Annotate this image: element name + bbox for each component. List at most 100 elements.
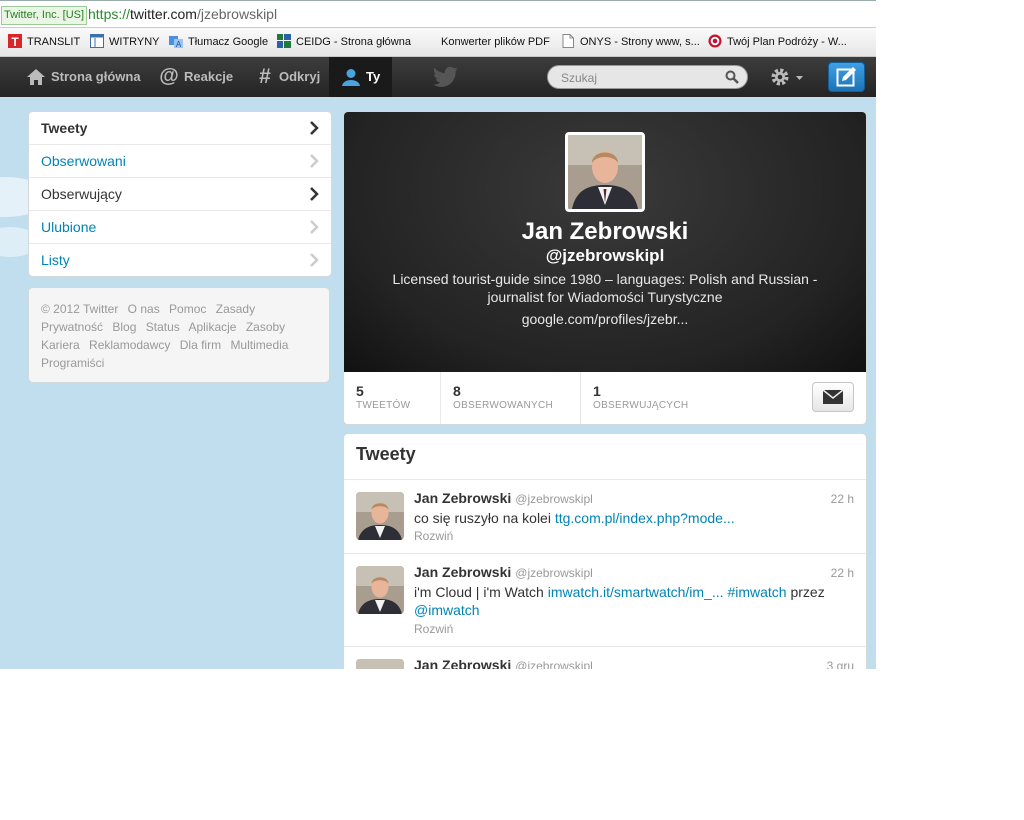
envelope-icon (822, 389, 844, 404)
svg-text:A: A (176, 40, 182, 48)
tweet-link[interactable]: imwatch.it/smartwatch/im_... (548, 584, 724, 600)
page-background: Tweety Obserwowani Obserwujący Ulubione … (0, 97, 876, 669)
bookmark-translit[interactable]: T TRANSLIT (8, 34, 80, 50)
tweet-timestamp[interactable]: 22 h (831, 566, 854, 580)
profile-menu: Tweety Obserwowani Obserwujący Ulubione … (28, 111, 332, 277)
tweet-avatar[interactable] (356, 659, 404, 669)
tweet-text: i'm Cloud | i'm Watch imwatch.it/smartwa… (414, 584, 825, 618)
footer-link[interactable]: Zasady (216, 302, 255, 316)
window-icon (90, 34, 104, 48)
tweet-timestamp[interactable]: 22 h (831, 492, 854, 506)
menu-item-followers[interactable]: Obserwujący (29, 177, 331, 210)
stat-following[interactable]: 8 OBSERWOWANYCH (441, 372, 581, 424)
svg-text:T: T (11, 35, 19, 48)
footer-link[interactable]: Programiści (41, 356, 104, 370)
translit-icon: T (8, 34, 22, 49)
compose-tweet-button[interactable] (828, 62, 865, 92)
profile-header: Jan Zebrowski @jzebrowskipl Licensed tou… (344, 112, 866, 372)
footer-link[interactable]: Kariera (41, 338, 80, 352)
nav-me[interactable]: Ty (329, 57, 392, 97)
tweet-item[interactable]: Jan Zebrowski @jzebrowskipl 3 gru (344, 646, 866, 669)
tweet-mention[interactable]: @imwatch (414, 602, 480, 618)
svg-text:@: @ (159, 66, 179, 86)
bookmark-onys[interactable]: ONYS - Strony www, s... (561, 34, 700, 50)
tweet-text: co się ruszyło na kolei ttg.com.pl/index… (414, 510, 735, 526)
stat-followers[interactable]: 1 OBSERWUJĄCYCH (581, 372, 721, 424)
tweets-heading: Tweety (356, 444, 416, 464)
footer-links: © 2012 Twitter O nas Pomoc Zasady Prywat… (28, 287, 330, 383)
footer-link[interactable]: Pomoc (169, 302, 206, 316)
nav-mentions[interactable]: @ Reakcje (159, 57, 235, 97)
search-box[interactable] (547, 65, 748, 89)
bookmark-witryny[interactable]: WITRYNY (90, 34, 160, 50)
profile-stats: 5 TWEETÓW 8 OBSERWOWANYCH 1 OBSERWUJĄCYC… (344, 372, 866, 424)
certificate-badge[interactable]: Twitter, Inc. [US] (1, 6, 88, 25)
at-icon: @ (159, 65, 179, 87)
tweet-link[interactable]: ttg.com.pl/index.php?mode... (555, 510, 735, 526)
home-icon (27, 69, 45, 85)
profile-website-link[interactable]: google.com/profiles/jzebr... (344, 311, 866, 327)
footer-link[interactable]: Status (146, 320, 180, 334)
chevron-right-icon (310, 121, 319, 135)
bookmarks-bar: T TRANSLIT WITRYNY A Tłumacz Google CEIDG … (0, 28, 876, 57)
menu-item-lists[interactable]: Listy (29, 243, 331, 276)
bookmark-tlumacz-google[interactable]: A Tłumacz Google (169, 34, 268, 50)
profile-avatar[interactable] (565, 132, 645, 212)
tweet-timestamp[interactable]: 3 gru (827, 659, 854, 669)
search-icon[interactable] (725, 70, 739, 89)
address-bar[interactable]: Twitter, Inc. [US] https://twitter.com/j… (0, 0, 876, 28)
tweets-stream: Tweety Jan Zebrowski @jzebrowskipl 22 h c… (343, 433, 867, 669)
target-icon (708, 34, 722, 48)
bookmark-konwerter-pdf[interactable]: Konwerter plików PDF (441, 34, 550, 50)
compose-icon (836, 67, 856, 87)
chevron-right-icon (310, 253, 319, 267)
footer-link[interactable]: Dla firm (180, 338, 221, 352)
nav-home[interactable]: Strona główna (26, 57, 141, 97)
settings-menu[interactable] (769, 66, 805, 93)
tweet-item[interactable]: Jan Zebrowski @jzebrowskipl 22 h co się r… (344, 479, 866, 554)
bookmark-plan-podrozy[interactable]: Twój Plan Podróży - W... (708, 34, 847, 50)
page-icon (561, 34, 575, 48)
tweet-hashtag[interactable]: #imwatch (727, 584, 786, 600)
nav-discover[interactable]: # Odkryj (256, 57, 320, 97)
tweet-author[interactable]: Jan Zebrowski @jzebrowskipl (414, 490, 593, 506)
chevron-right-icon (310, 154, 319, 168)
stat-tweets[interactable]: 5 TWEETÓW (344, 372, 441, 424)
tweet-avatar[interactable] (356, 566, 404, 614)
tweet-author[interactable]: Jan Zebrowski @jzebrowskipl (414, 657, 593, 669)
footer-link[interactable]: Prywatność (41, 320, 103, 334)
tweet-expand[interactable]: Rozwiń (414, 622, 453, 636)
footer-link[interactable]: Reklamodawcy (89, 338, 170, 352)
user-icon (342, 69, 360, 86)
hash-icon: # (259, 65, 271, 88)
footer-link[interactable]: Blog (112, 320, 136, 334)
profile-bio: Licensed tourist-guide since 1980 – lang… (392, 271, 818, 305)
chevron-right-icon (310, 220, 319, 234)
tweet-author[interactable]: Jan Zebrowski @jzebrowskipl (414, 564, 593, 580)
footer-link[interactable]: Aplikacje (188, 320, 236, 334)
gear-icon (771, 68, 789, 86)
direct-message-button[interactable] (812, 382, 854, 412)
bookmark-ceidg[interactable]: CEIDG - Strona główna (277, 34, 411, 50)
tweet-expand[interactable]: Rozwiń (414, 529, 453, 543)
footer-link[interactable]: O nas (128, 302, 160, 316)
footer-copyright: © 2012 Twitter (41, 302, 119, 316)
tweet-item[interactable]: Jan Zebrowski @jzebrowskipl 22 h i'm Clou… (344, 553, 866, 647)
tweet-avatar[interactable] (356, 492, 404, 540)
svg-text:#: # (259, 66, 271, 86)
menu-item-tweets[interactable]: Tweety (29, 112, 331, 144)
ceidg-icon (277, 34, 291, 48)
profile-card: Jan Zebrowski @jzebrowskipl Licensed tou… (343, 111, 867, 425)
menu-item-following[interactable]: Obserwowani (29, 144, 331, 177)
twitter-topbar: Strona główna @ Reakcje # Odkryj Ty (0, 57, 876, 98)
menu-item-favorites[interactable]: Ulubione (29, 210, 331, 243)
chevron-right-icon (310, 187, 319, 201)
twitter-bird-icon[interactable] (433, 66, 459, 93)
translate-icon: A (169, 34, 183, 49)
search-input[interactable] (559, 69, 723, 87)
footer-link[interactable]: Zasoby (246, 320, 285, 334)
footer-link[interactable]: Multimedia (230, 338, 288, 352)
url-text[interactable]: https://twitter.com/jzebrowskipl (88, 6, 277, 22)
profile-handle: @jzebrowskipl (545, 246, 665, 265)
profile-name: Jan Zebrowski (521, 218, 689, 245)
